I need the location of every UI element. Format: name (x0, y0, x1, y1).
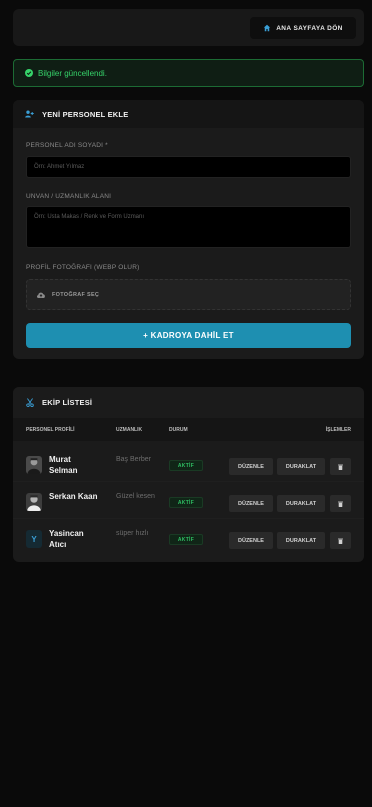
table-header: PERSONEL PROFİLİ UZMANLIK DURUM İŞLEMLER (13, 418, 364, 441)
edit-button[interactable]: DÜZENLE (229, 532, 273, 549)
add-staff-title: YENİ PERSONEL EKLE (42, 109, 129, 119)
staff-name: Yasincan Atıcı (49, 529, 84, 549)
top-bar: ANA SAYFAYA DÖN (13, 9, 364, 46)
add-to-roster-button[interactable]: + KADROYA DAHİL ET (26, 323, 351, 348)
pause-button[interactable]: DURAKLAT (277, 495, 325, 512)
staff-name: Serkan Kaan (49, 492, 98, 501)
trash-icon (338, 538, 343, 544)
table-row: Murat Selman Baş Berber AKTİF DÜZENLE DU… (13, 446, 364, 482)
cloud-upload-icon (36, 292, 45, 298)
name-placeholder: Örn: Ahmet Yılmaz (34, 164, 85, 170)
avatar: Y (26, 530, 42, 548)
status-badge: AKTİF (169, 460, 203, 471)
name-label: PERSONEL ADI SOYADI * (26, 142, 108, 149)
alert-message: Bilgiler güncellendi. (38, 68, 107, 78)
team-list-title: EKİP LİSTESİ (42, 398, 93, 407)
staff-name: Murat Selman (49, 455, 78, 475)
col-specialty: UZMANLIK (116, 427, 143, 433)
team-list-header: EKİP LİSTESİ (13, 387, 364, 418)
home-icon (264, 24, 271, 32)
edit-button[interactable]: DÜZENLE (229, 495, 273, 512)
staff-specialty: Güzel kesen (116, 493, 155, 500)
table-row: Serkan Kaan Güzel kesen AKTİF DÜZENLE DU… (13, 483, 364, 519)
name-input[interactable]: Örn: Ahmet Yılmaz (26, 156, 351, 178)
col-profile: PERSONEL PROFİLİ (26, 427, 75, 433)
check-circle-icon (25, 69, 33, 77)
add-staff-card: YENİ PERSONEL EKLE PERSONEL ADI SOYADI *… (13, 100, 364, 359)
success-alert: Bilgiler güncellendi. (13, 59, 364, 87)
team-list-card: EKİP LİSTESİ PERSONEL PROFİLİ UZMANLIK D… (13, 387, 364, 562)
title-placeholder: Örn: Usta Makas / Renk ve Form Uzmanı (34, 214, 145, 220)
delete-button[interactable] (330, 458, 351, 475)
staff-specialty: Baş Berber (116, 456, 152, 463)
status-badge: AKTİF (169, 497, 203, 508)
photo-select-label: FOTOĞRAF SEÇ (52, 291, 100, 298)
photo-label: PROFİL FOTOĞRAFI (WEBP OLUR) (26, 264, 140, 271)
status-badge: AKTİF (169, 534, 203, 545)
delete-button[interactable] (330, 532, 351, 549)
pause-button[interactable]: DURAKLAT (277, 532, 325, 549)
title-textarea[interactable]: Örn: Usta Makas / Renk ve Form Uzmanı (26, 206, 351, 248)
edit-button[interactable]: DÜZENLE (229, 458, 273, 475)
delete-button[interactable] (330, 495, 351, 512)
avatar (26, 493, 42, 511)
staff-specialty: süper hızlı (116, 530, 149, 537)
add-staff-header: YENİ PERSONEL EKLE (13, 100, 364, 128)
col-actions: İŞLEMLER (325, 427, 351, 433)
home-button[interactable]: ANA SAYFAYA DÖN (250, 17, 356, 39)
avatar (26, 456, 42, 474)
photo-select-button[interactable]: FOTOĞRAF SEÇ (26, 279, 351, 310)
user-plus-icon (25, 110, 34, 118)
home-button-label: ANA SAYFAYA DÖN (276, 24, 343, 32)
pause-button[interactable]: DURAKLAT (277, 458, 325, 475)
table-row: Y Yasincan Atıcı süper hızlı AKTİF DÜZEN… (13, 520, 364, 556)
title-label: UNVAN / UZMANLIK ALANI (26, 193, 112, 200)
trash-icon (338, 501, 343, 507)
scissors-icon (26, 398, 34, 407)
col-status: DURUM (169, 427, 188, 433)
trash-icon (338, 464, 343, 470)
add-to-roster-label: + KADROYA DAHİL ET (143, 331, 234, 340)
